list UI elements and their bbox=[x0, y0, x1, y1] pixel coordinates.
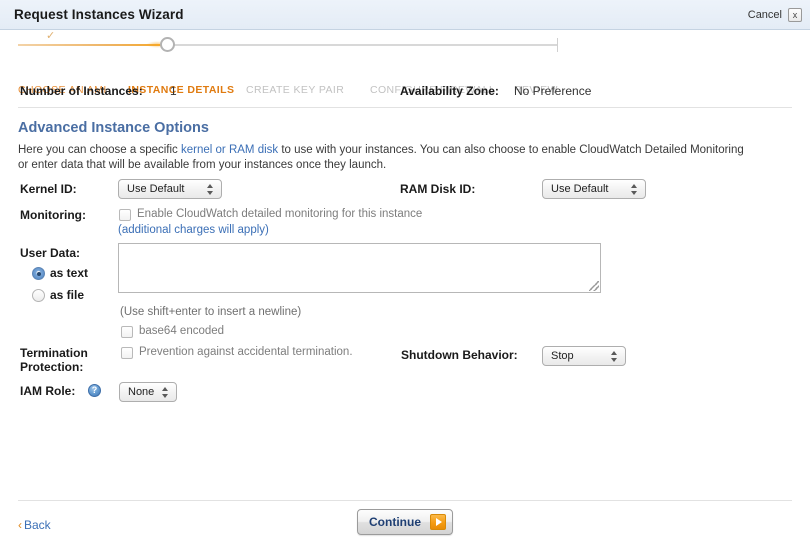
user-data-as-file-label[interactable]: as file bbox=[50, 288, 84, 302]
iam-role-selected-value: None bbox=[128, 386, 155, 398]
base64-encoded-checkbox[interactable] bbox=[121, 326, 133, 338]
base64-encoded-label[interactable]: base64 encoded bbox=[139, 325, 224, 337]
user-data-textarea[interactable] bbox=[118, 243, 601, 293]
monitoring-checkbox-label[interactable]: Enable CloudWatch detailed monitoring fo… bbox=[137, 208, 422, 220]
termination-protection-label-line2: Protection: bbox=[20, 360, 84, 374]
monitoring-label: Monitoring: bbox=[20, 208, 86, 222]
intro-text-before: Here you can choose a specific bbox=[18, 144, 182, 156]
kernel-id-select[interactable]: Use Default bbox=[118, 179, 222, 199]
close-icon[interactable]: x bbox=[788, 8, 802, 22]
resize-handle-icon[interactable] bbox=[589, 281, 599, 291]
section-heading: Advanced Instance Options bbox=[18, 120, 209, 136]
iam-role-select[interactable]: None bbox=[119, 382, 177, 402]
monitoring-charges-note: (additional charges will apply) bbox=[118, 224, 269, 236]
availability-zone-value: No Preference bbox=[514, 84, 592, 98]
shutdown-behavior-selected-value: Stop bbox=[551, 350, 574, 362]
back-button-label: Back bbox=[24, 518, 51, 532]
check-icon: ✓ bbox=[46, 30, 56, 42]
cancel-button[interactable]: Cancel bbox=[748, 9, 782, 21]
kernel-id-label: Kernel ID: bbox=[20, 182, 77, 196]
continue-button-label: Continue bbox=[369, 515, 421, 529]
user-data-label: User Data: bbox=[20, 246, 81, 260]
user-data-as-file-radio[interactable] bbox=[32, 289, 45, 302]
window-title: Request Instances Wizard bbox=[14, 7, 184, 22]
chevron-left-icon: ‹ bbox=[18, 518, 22, 532]
availability-zone-label: Availability Zone: bbox=[400, 84, 499, 98]
termination-protection-checkbox[interactable] bbox=[121, 347, 133, 359]
iam-role-label: IAM Role: bbox=[20, 384, 76, 398]
termination-protection-label-line1: Termination bbox=[20, 346, 88, 360]
chevron-updown-icon bbox=[162, 385, 169, 400]
chevron-updown-icon bbox=[207, 182, 214, 197]
progress-track-endcap bbox=[557, 38, 558, 52]
continue-button[interactable]: Continue bbox=[357, 509, 453, 535]
wizard-step-create-key-pair: CREATE KEY PAIR bbox=[246, 84, 345, 96]
arrow-right-icon bbox=[430, 514, 446, 530]
summary-divider bbox=[18, 107, 792, 108]
chevron-updown-icon bbox=[611, 349, 618, 364]
progress-current-marker-icon bbox=[160, 37, 175, 52]
wizard-progress: ✓ CHOOSE AN AMI INSTANCE DETAILS CREATE … bbox=[0, 30, 810, 96]
wizard-step-instance-details[interactable]: INSTANCE DETAILS bbox=[128, 84, 234, 96]
ram-disk-id-selected-value: Use Default bbox=[551, 183, 609, 195]
user-data-as-text-radio[interactable] bbox=[32, 267, 45, 280]
user-data-as-text-label[interactable]: as text bbox=[50, 266, 88, 280]
ram-disk-id-label: RAM Disk ID: bbox=[400, 182, 476, 196]
kernel-id-selected-value: Use Default bbox=[127, 183, 185, 195]
number-of-instances-value: 1 bbox=[170, 84, 177, 98]
monitoring-checkbox[interactable] bbox=[119, 209, 131, 221]
shutdown-behavior-label: Shutdown Behavior: bbox=[401, 348, 518, 362]
back-button[interactable]: ‹ Back bbox=[18, 518, 51, 532]
section-intro: Here you can choose a specific kernel or… bbox=[18, 143, 748, 173]
chevron-updown-icon bbox=[631, 182, 638, 197]
shutdown-behavior-select[interactable]: Stop bbox=[542, 346, 626, 366]
number-of-instances-label: Number of Instances: bbox=[20, 84, 143, 98]
help-icon[interactable]: ? bbox=[88, 384, 101, 397]
user-data-hint: (Use shift+enter to insert a newline) bbox=[120, 306, 302, 318]
ram-disk-id-select[interactable]: Use Default bbox=[542, 179, 646, 199]
termination-protection-checkbox-label[interactable]: Prevention against accidental terminatio… bbox=[139, 346, 353, 358]
footer-divider bbox=[18, 500, 792, 501]
kernel-ram-disk-link[interactable]: kernel or RAM disk bbox=[181, 144, 278, 156]
window-titlebar: Request Instances Wizard Cancel x bbox=[0, 0, 810, 30]
